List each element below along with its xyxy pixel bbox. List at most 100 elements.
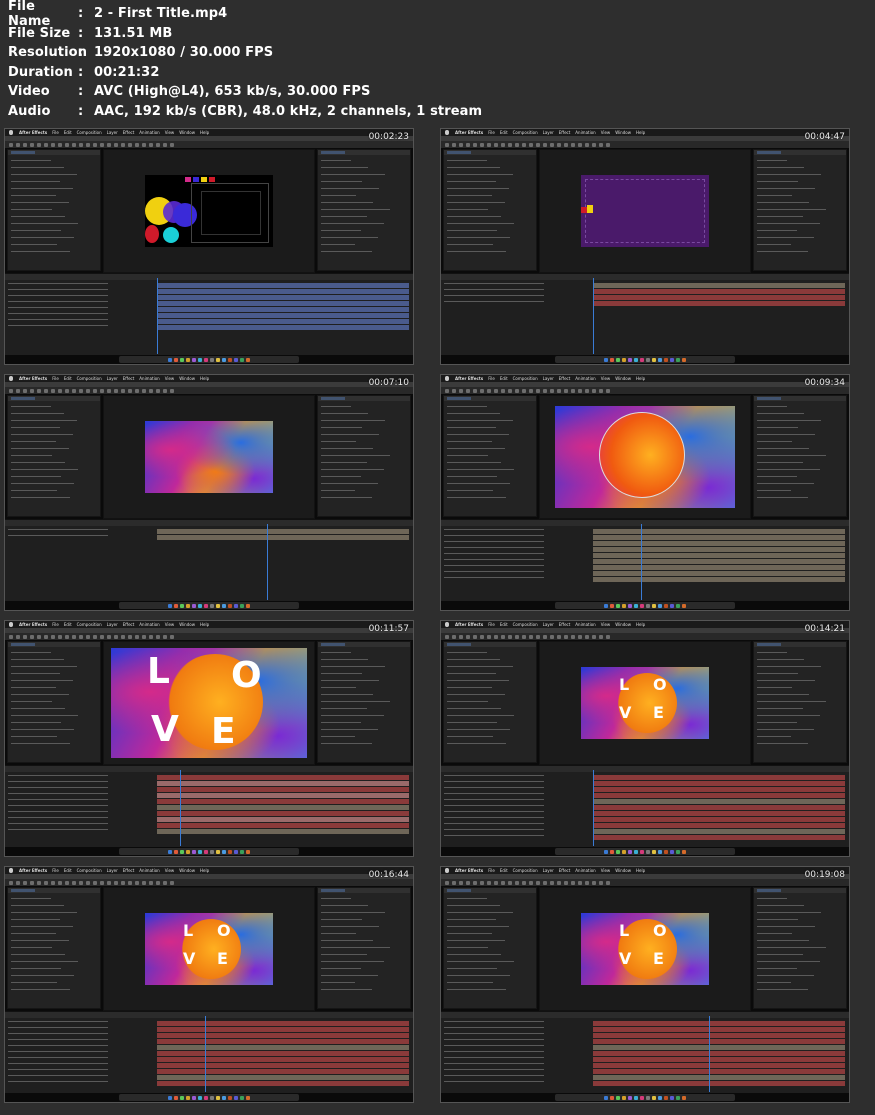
tool-icon[interactable]	[480, 388, 484, 393]
menu-item[interactable]: Animation	[139, 376, 159, 381]
dock-app-icon[interactable]	[245, 1095, 250, 1100]
menu-item[interactable]: Composition	[77, 130, 102, 135]
dock-app-icon[interactable]	[233, 849, 238, 854]
tool-icon[interactable]	[114, 142, 118, 147]
comp-canvas[interactable]	[144, 421, 273, 493]
dock-app-icon[interactable]	[615, 603, 620, 608]
menu-item[interactable]: View	[165, 376, 175, 381]
time-cursor[interactable]	[593, 770, 594, 846]
tool-icon[interactable]	[156, 634, 160, 639]
tool-icon[interactable]	[529, 880, 533, 885]
dock-app-icon[interactable]	[203, 357, 208, 362]
dock-app-icon[interactable]	[191, 849, 196, 854]
tool-icon[interactable]	[445, 142, 449, 147]
layer-bar[interactable]	[157, 1063, 409, 1068]
tool-icon[interactable]	[86, 142, 90, 147]
menu-item[interactable]: Help	[636, 622, 645, 627]
tool-icon[interactable]	[466, 634, 470, 639]
menu-item[interactable]: View	[601, 868, 611, 873]
layer-bar[interactable]	[157, 535, 409, 540]
apple-icon[interactable]	[9, 130, 13, 135]
dock-app-icon[interactable]	[209, 849, 214, 854]
dock-app-icon[interactable]	[233, 357, 238, 362]
tool-icon[interactable]	[107, 880, 111, 885]
layer-bar[interactable]	[593, 793, 845, 798]
tool-icon[interactable]	[606, 388, 610, 393]
dock-app-icon[interactable]	[681, 849, 686, 854]
menu-item[interactable]: Help	[636, 130, 645, 135]
tool-icon[interactable]	[487, 634, 491, 639]
menu-item[interactable]: Layer	[107, 622, 118, 627]
tool-icon[interactable]	[501, 634, 505, 639]
tool-icon[interactable]	[599, 388, 603, 393]
app-name[interactable]: After Effects	[19, 130, 47, 135]
dock-app-icon[interactable]	[669, 357, 674, 362]
tool-icon[interactable]	[30, 880, 34, 885]
tool-icon[interactable]	[100, 634, 104, 639]
tool-icon[interactable]	[72, 634, 76, 639]
menu-item[interactable]: View	[165, 130, 175, 135]
layer-bar[interactable]	[157, 1069, 409, 1074]
menu-item[interactable]: Animation	[139, 622, 159, 627]
comp-canvas[interactable]	[580, 175, 709, 247]
dock-app-icon[interactable]	[663, 1095, 668, 1100]
tool-icon[interactable]	[65, 634, 69, 639]
dock-app-icon[interactable]	[209, 357, 214, 362]
tool-icon[interactable]	[114, 634, 118, 639]
layer-bar[interactable]	[593, 577, 845, 582]
dock-app-icon[interactable]	[651, 849, 656, 854]
tool-icon[interactable]	[536, 388, 540, 393]
composition-panel[interactable]: LOVE	[538, 887, 752, 1011]
tool-icon[interactable]	[501, 388, 505, 393]
tool-icon[interactable]	[578, 634, 582, 639]
tool-icon[interactable]	[149, 388, 153, 393]
tool-icon[interactable]	[72, 142, 76, 147]
effects-panel[interactable]	[317, 641, 411, 763]
dock-app-icon[interactable]	[627, 603, 632, 608]
tool-icon[interactable]	[585, 142, 589, 147]
menu-item[interactable]: Composition	[77, 622, 102, 627]
tool-icon[interactable]	[9, 388, 13, 393]
composition-panel[interactable]	[538, 395, 752, 519]
dock-app-icon[interactable]	[633, 603, 638, 608]
layer-bar[interactable]	[157, 817, 409, 822]
menu-item[interactable]: Help	[636, 376, 645, 381]
tool-icon[interactable]	[445, 880, 449, 885]
dock-app-icon[interactable]	[185, 1095, 190, 1100]
tool-icon[interactable]	[466, 388, 470, 393]
tool-icon[interactable]	[121, 142, 125, 147]
dock-app-icon[interactable]	[621, 603, 626, 608]
effects-panel[interactable]	[753, 395, 847, 517]
effects-panel[interactable]	[317, 149, 411, 271]
dock-app-icon[interactable]	[615, 1095, 620, 1100]
dock-app-icon[interactable]	[639, 603, 644, 608]
dock-app-icon[interactable]	[603, 603, 608, 608]
comp-canvas[interactable]	[144, 175, 273, 247]
tool-icon[interactable]	[58, 880, 62, 885]
dock-app-icon[interactable]	[221, 1095, 226, 1100]
tool-icon[interactable]	[557, 880, 561, 885]
composition-panel[interactable]: LOVE	[102, 641, 316, 765]
tool-icon[interactable]	[494, 880, 498, 885]
effects-panel[interactable]	[753, 887, 847, 1009]
layer-bar[interactable]	[593, 1057, 845, 1062]
dock-app-icon[interactable]	[621, 849, 626, 854]
tool-icon[interactable]	[121, 634, 125, 639]
dock-app-icon[interactable]	[227, 1095, 232, 1100]
project-panel[interactable]	[443, 395, 537, 517]
menu-item[interactable]: Composition	[513, 868, 538, 873]
tool-icon[interactable]	[550, 634, 554, 639]
layer-bar[interactable]	[157, 1021, 409, 1026]
tool-icon[interactable]	[501, 142, 505, 147]
tool-icon[interactable]	[445, 388, 449, 393]
layer-bar[interactable]	[157, 805, 409, 810]
layer-bar[interactable]	[593, 559, 845, 564]
tool-icon[interactable]	[16, 142, 20, 147]
dock-app-icon[interactable]	[191, 357, 196, 362]
tool-icon[interactable]	[508, 634, 512, 639]
tool-icon[interactable]	[79, 142, 83, 147]
dock-app-icon[interactable]	[245, 603, 250, 608]
tool-icon[interactable]	[156, 388, 160, 393]
menu-item[interactable]: Help	[200, 622, 209, 627]
dock-app-icon[interactable]	[209, 1095, 214, 1100]
